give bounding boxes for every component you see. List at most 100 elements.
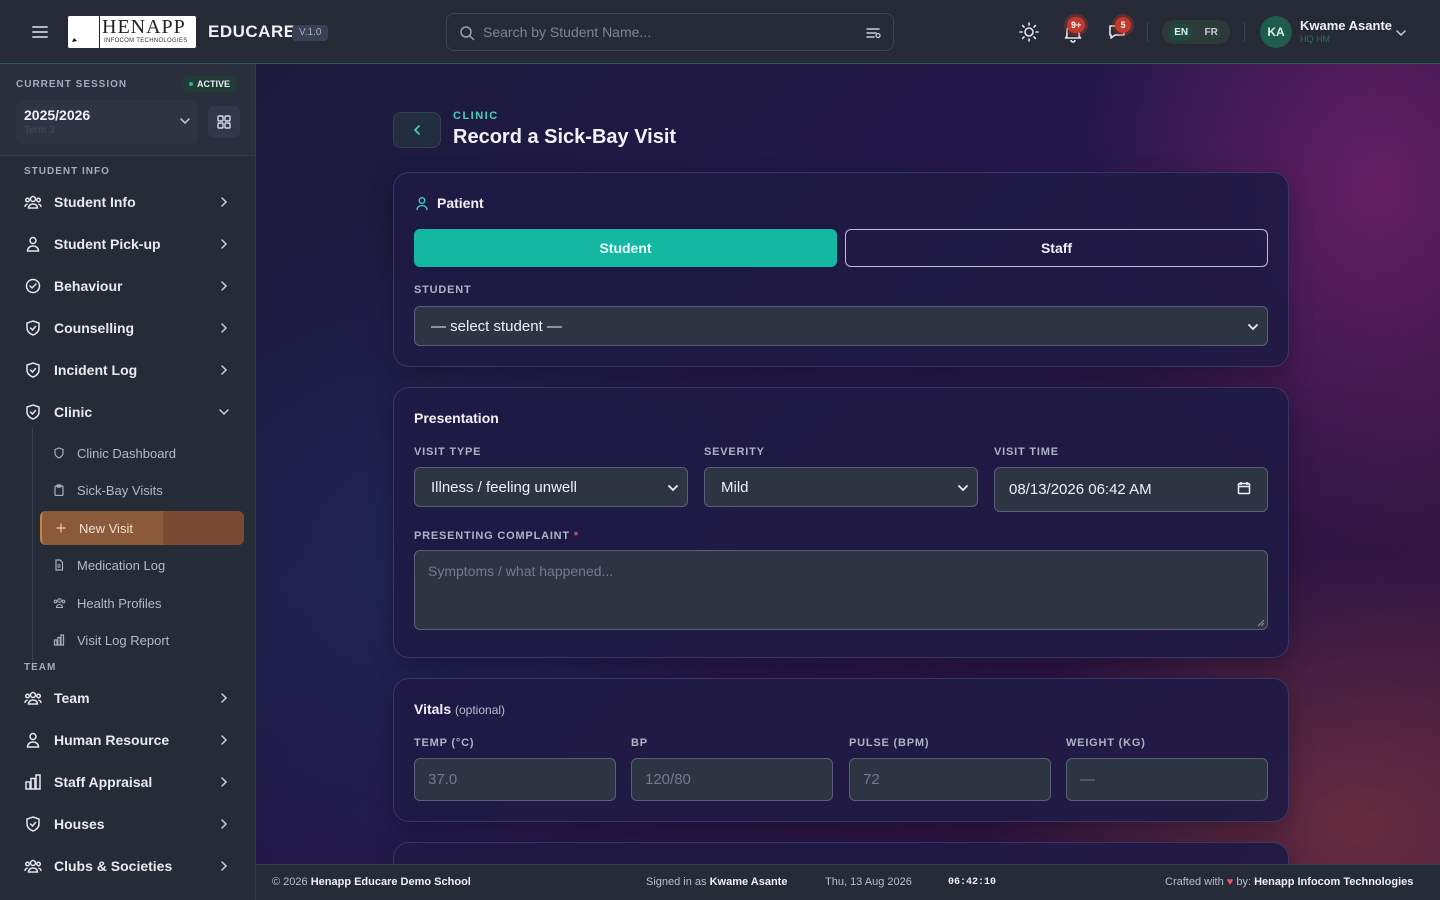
chevron-down-icon: [957, 482, 969, 494]
sidebar-item-clubs-societies[interactable]: Clubs & Societies: [16, 848, 240, 884]
signed-in-label: Signed in as: [646, 876, 707, 888]
logo-mark: [68, 16, 100, 48]
student-select[interactable]: — select student —: [414, 306, 1268, 346]
sidebar-item-clinic[interactable]: Clinic: [16, 394, 240, 430]
severity-select[interactable]: Mild: [704, 467, 978, 507]
chevron-right-icon: [218, 322, 230, 334]
session-label: CURRENT SESSION: [16, 79, 128, 90]
sidebar-item-houses[interactable]: Houses: [16, 806, 240, 842]
chevron-right-icon: [218, 280, 230, 292]
presentation-title: Presentation: [414, 410, 499, 426]
severity-value: Mild: [721, 479, 749, 496]
company-name[interactable]: Henapp Infocom Technologies: [1254, 876, 1413, 888]
filter-icon[interactable]: [865, 25, 881, 41]
session-selector[interactable]: 2025/2026 Term 3: [16, 100, 198, 144]
weight-input[interactable]: [1066, 758, 1268, 801]
sidebar-subitem-label: Health Profiles: [77, 596, 162, 611]
sidebar-item-behaviour[interactable]: Behaviour: [16, 268, 240, 304]
chevron-down-icon[interactable]: [1394, 26, 1408, 40]
sidebar-item-team[interactable]: Team: [16, 680, 240, 716]
shield-check-icon: [24, 320, 42, 336]
users-icon: [24, 690, 42, 706]
severity-label: SEVERITY: [704, 446, 765, 458]
chevron-right-icon: [218, 692, 230, 704]
complaint-textarea[interactable]: [414, 550, 1268, 630]
user-name[interactable]: Kwame Asante: [1300, 18, 1392, 33]
users-icon: [53, 597, 66, 609]
search-icon: [459, 25, 475, 41]
heart-icon: ♥: [1226, 876, 1234, 888]
sun-icon[interactable]: [1017, 20, 1041, 44]
footer-copyright: © 2026 Henapp Educare Demo School: [272, 876, 471, 888]
lang-fr[interactable]: FR: [1199, 24, 1222, 41]
visit-type-value: Illness / feeling unwell: [431, 479, 577, 496]
pulse-input[interactable]: [849, 758, 1051, 801]
search-bar: [446, 13, 894, 51]
patient-title: Patient: [437, 195, 484, 211]
search-input[interactable]: [483, 14, 853, 50]
chevron-down-icon: [1247, 321, 1259, 333]
breadcrumb[interactable]: CLINIC: [453, 110, 499, 122]
copyright-year: © 2026: [272, 876, 308, 888]
footer-signed-in: Signed in as Kwame Asante: [646, 876, 787, 888]
app-logo[interactable]: HENAPP INFOCOM TECHNOLOGIES: [68, 16, 196, 48]
temp-input[interactable]: [414, 758, 616, 801]
sidebar-item-student-pickup[interactable]: Student Pick-up: [16, 226, 240, 262]
bp-input[interactable]: [631, 758, 833, 801]
plus-icon: [55, 522, 67, 534]
clipboard-icon: [53, 484, 65, 496]
sidebar-item-staff-appraisal[interactable]: Staff Appraisal: [16, 764, 240, 800]
back-button[interactable]: [393, 112, 441, 148]
sidebar-subitem-health-profiles[interactable]: Health Profiles: [40, 586, 244, 620]
footer-clock: 06:42:10: [948, 877, 997, 888]
footer-credits: Crafted with ♥ by: Henapp Infocom Techno…: [1165, 876, 1413, 888]
sidebar-item-human-resource[interactable]: Human Resource: [16, 722, 240, 758]
chevron-left-icon: [410, 123, 424, 137]
sidebar-subitem-visit-log-report[interactable]: Visit Log Report: [40, 623, 244, 657]
version-badge: V.1.0: [292, 25, 329, 41]
grid-icon[interactable]: [208, 106, 240, 138]
chevron-right-icon: [218, 196, 230, 208]
tab-staff[interactable]: Staff: [845, 229, 1268, 267]
chevron-right-icon: [218, 818, 230, 830]
shield-check-icon: [24, 816, 42, 832]
sidebar-item-label: Student Info: [54, 194, 136, 210]
chevron-down-icon: [218, 406, 230, 418]
chevron-right-icon: [218, 238, 230, 250]
menu-icon[interactable]: [28, 20, 52, 44]
vitals-card: Vitals (optional) TEMP (°C) BP PULSE (BP…: [393, 678, 1289, 822]
resize-handle-icon[interactable]: [1257, 619, 1265, 627]
users-icon: [24, 194, 42, 210]
student-select-value: — select student —: [431, 318, 562, 335]
weight-label: WEIGHT (KG): [1066, 737, 1146, 749]
chevron-right-icon: [218, 364, 230, 376]
sidebar-item-student-info[interactable]: Student Info: [16, 184, 240, 220]
messages-badge: 5: [1115, 17, 1131, 33]
chevron-down-icon: [178, 114, 192, 128]
sidebar-subitem-label: Visit Log Report: [77, 633, 170, 648]
calendar-icon[interactable]: [1237, 481, 1251, 495]
sidebar-item-label: Human Resource: [54, 732, 170, 748]
sidebar: CURRENT SESSION ACTIVE 2025/2026 Term 3 …: [0, 64, 256, 900]
chevron-right-icon: [218, 860, 230, 872]
main-content: CLINIC Record a Sick-Bay Visit Patient S…: [256, 64, 1440, 864]
signed-in-user: Kwame Asante: [709, 876, 788, 888]
sidebar-subitem-new-visit[interactable]: New Visit: [40, 511, 244, 545]
vitals-optional: (optional): [455, 703, 506, 717]
shield-icon: [53, 447, 65, 459]
sidebar-item-counselling[interactable]: Counselling: [16, 310, 240, 346]
sidebar-subitem-sick-bay-visits[interactable]: Sick-Bay Visits: [40, 473, 244, 507]
bar-chart-icon: [24, 774, 42, 790]
document-icon: [53, 559, 65, 571]
sidebar-subitem-medication-log[interactable]: Medication Log: [40, 548, 244, 582]
sidebar-subitem-clinic-dashboard[interactable]: Clinic Dashboard: [40, 436, 244, 470]
lang-en[interactable]: EN: [1169, 23, 1194, 41]
user-icon: [415, 196, 429, 211]
avatar[interactable]: KA: [1260, 16, 1292, 48]
sidebar-item-label: Incident Log: [54, 362, 138, 378]
visit-time-input[interactable]: 08/13/2026 06:42 AM: [994, 467, 1268, 512]
tab-student[interactable]: Student: [414, 229, 837, 267]
visit-type-select[interactable]: Illness / feeling unwell: [414, 467, 688, 507]
chevron-right-icon: [218, 776, 230, 788]
sidebar-item-incident-log[interactable]: Incident Log: [16, 352, 240, 388]
